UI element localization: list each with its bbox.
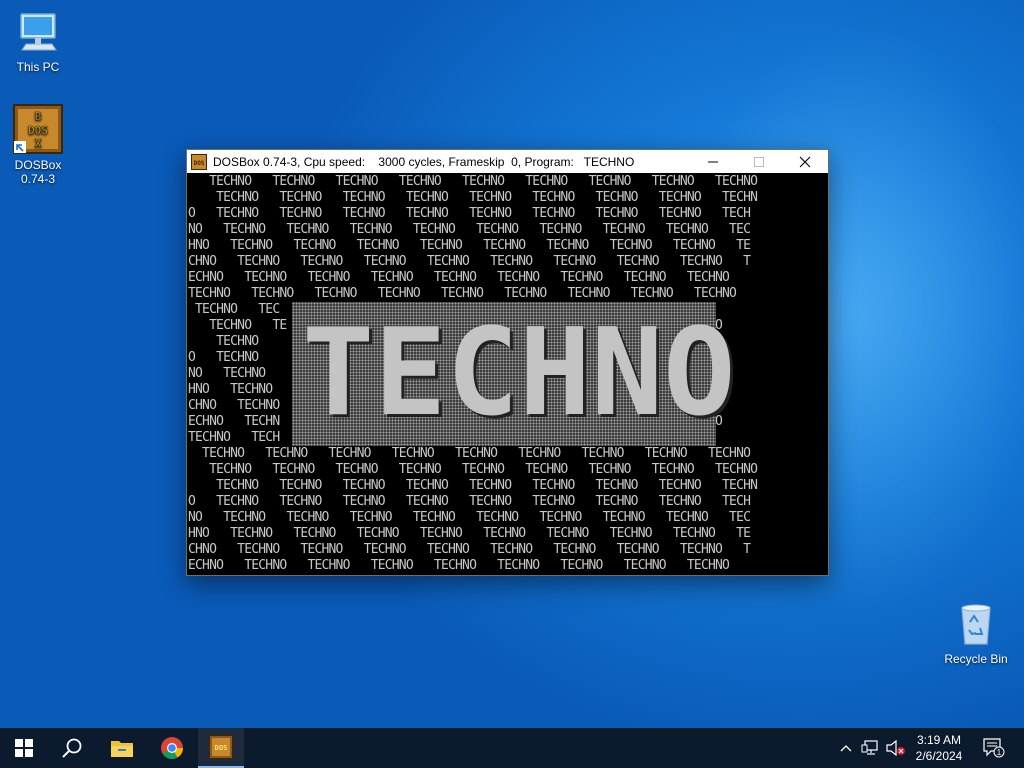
desktop-icon-recycle-bin[interactable]: Recycle Bin [936, 600, 1016, 666]
dos-text-row: NO TECHNO TECHNO TECHNO TECHNO TECHNO TE… [188, 510, 751, 525]
dos-text-row: TECHNO TECHNO TECHNO TECHNO TECHNO TECHN… [188, 478, 758, 493]
dos-text-row: CHNO TECHNO TECHNO TECHNO TECHNO TECHNO … [188, 254, 751, 269]
chrome-icon [161, 737, 183, 759]
dos-text-row: TECHNO TECHNO TECHNO TECHNO TECHNO TECHN… [188, 174, 758, 189]
dos-text-row: ECHNO TECHNO TECHNO TECHNO TECHNO TECHNO… [188, 270, 730, 285]
banner-letter: C [446, 304, 519, 443]
start-button[interactable] [0, 728, 48, 768]
window-title: DOSBox 0.74-3, Cpu speed: 3000 cycles, F… [213, 154, 635, 169]
dos-text-row: HNO TECHNO TECHNO TECHNO TECHNO TECHNO T… [188, 526, 751, 541]
dos-text-row: O TECHNO TECHNO TECHNO TECHNO TECHNO TEC… [188, 206, 751, 221]
recycle-bin-icon [952, 600, 1000, 648]
file-explorer-button[interactable] [98, 728, 146, 768]
volume-button[interactable] [884, 728, 908, 768]
svg-text:B: B [35, 110, 42, 123]
banner-letter: T [302, 304, 375, 443]
banner-letter: N [591, 304, 664, 443]
chrome-button[interactable] [148, 728, 196, 768]
notification-count: 1 [997, 748, 1002, 757]
dosbox-icon: B DOS X [13, 104, 63, 154]
dosbox-taskbar-button[interactable]: DOS [198, 728, 244, 768]
window-titlebar[interactable]: DOS DOSBox 0.74-3, Cpu speed: 3000 cycle… [187, 150, 828, 173]
svg-text:DOS: DOS [28, 124, 48, 137]
banner-letter: O [663, 304, 736, 443]
file-explorer-icon [111, 741, 133, 757]
taskbar: DOS 3:19 AM 2/6/2024 1 [0, 728, 1024, 768]
dos-text-row: TECHNO TECHNO TECHNO TECHNO TECHNO TECHN… [188, 446, 751, 461]
banner-letter: E [374, 304, 447, 443]
dosbox-icon: DOS [209, 735, 233, 759]
svg-text:DOS: DOS [215, 744, 228, 752]
maximize-button[interactable] [736, 150, 782, 173]
techno-banner: T E C H N O [292, 302, 736, 446]
network-icon [861, 740, 878, 755]
clock[interactable]: 3:19 AM 2/6/2024 [908, 728, 970, 768]
computer-icon [14, 8, 62, 56]
desktop-icon-dosbox[interactable]: B DOS X DOSBox 0.74-3 [0, 104, 76, 186]
chevron-up-icon [840, 745, 852, 752]
svg-text:X: X [35, 137, 42, 150]
volume-muted-icon [886, 740, 905, 756]
desktop-icon-label: Recycle Bin [944, 652, 1008, 666]
banner-letter: H [518, 304, 591, 443]
svg-text:DOS: DOS [194, 160, 205, 167]
clock-date: 2/6/2024 [915, 749, 963, 763]
dos-text-row: O TECHNO TECHNO TECHNO TECHNO TECHNO TEC… [188, 494, 751, 509]
dos-text-row: TECHNO TECHNO TECHNO TECHNO TECHNO TECHN… [188, 190, 758, 205]
dos-text-row: CHNO TECHNO TECHNO TECHNO TECHNO TECHNO … [188, 542, 751, 557]
network-button[interactable] [858, 728, 882, 768]
dos-text-row: TECHNO TECHNO TECHNO TECHNO TECHNO TECHN… [188, 286, 737, 301]
dos-text-row: NO TECHNO TECHNO TECHNO TECHNO TECHNO TE… [188, 222, 751, 237]
notification-icon: 1 [983, 738, 1005, 758]
minimize-button[interactable] [690, 150, 736, 173]
show-hidden-icons-button[interactable] [836, 728, 856, 768]
minimize-icon [708, 161, 718, 162]
search-icon [62, 738, 82, 758]
desktop-icon-label: DOSBox 0.74-3 [14, 158, 62, 186]
maximize-icon [754, 156, 764, 167]
dos-text-row: HNO TECHNO TECHNO TECHNO TECHNO TECHNO T… [188, 238, 751, 253]
desktop: This PC B DOS X DOSBox 0.74-3 Recycle Bi… [0, 0, 1024, 728]
dos-screen[interactable]: TECHNO TECHNO TECHNO TECHNO TECHNO TECHN… [187, 174, 828, 574]
dos-text-row: TECHNO TECHNO TECHNO TECHNO TECHNO TECHN… [188, 462, 758, 477]
windows-start-icon [15, 739, 33, 757]
close-button[interactable] [782, 150, 828, 173]
dosbox-window[interactable]: DOS DOSBox 0.74-3, Cpu speed: 3000 cycle… [186, 149, 829, 576]
notifications-button[interactable]: 1 [976, 728, 1012, 768]
dosbox-app-icon: DOS [191, 153, 207, 170]
clock-time: 3:19 AM [916, 733, 962, 747]
desktop-icon-this-pc[interactable]: This PC [0, 8, 76, 74]
desktop-icon-label: This PC [16, 60, 60, 74]
dos-text-row: ECHNO TECHNO TECHNO TECHNO TECHNO TECHNO… [188, 558, 730, 573]
search-button[interactable] [48, 728, 96, 768]
close-icon [799, 156, 811, 167]
